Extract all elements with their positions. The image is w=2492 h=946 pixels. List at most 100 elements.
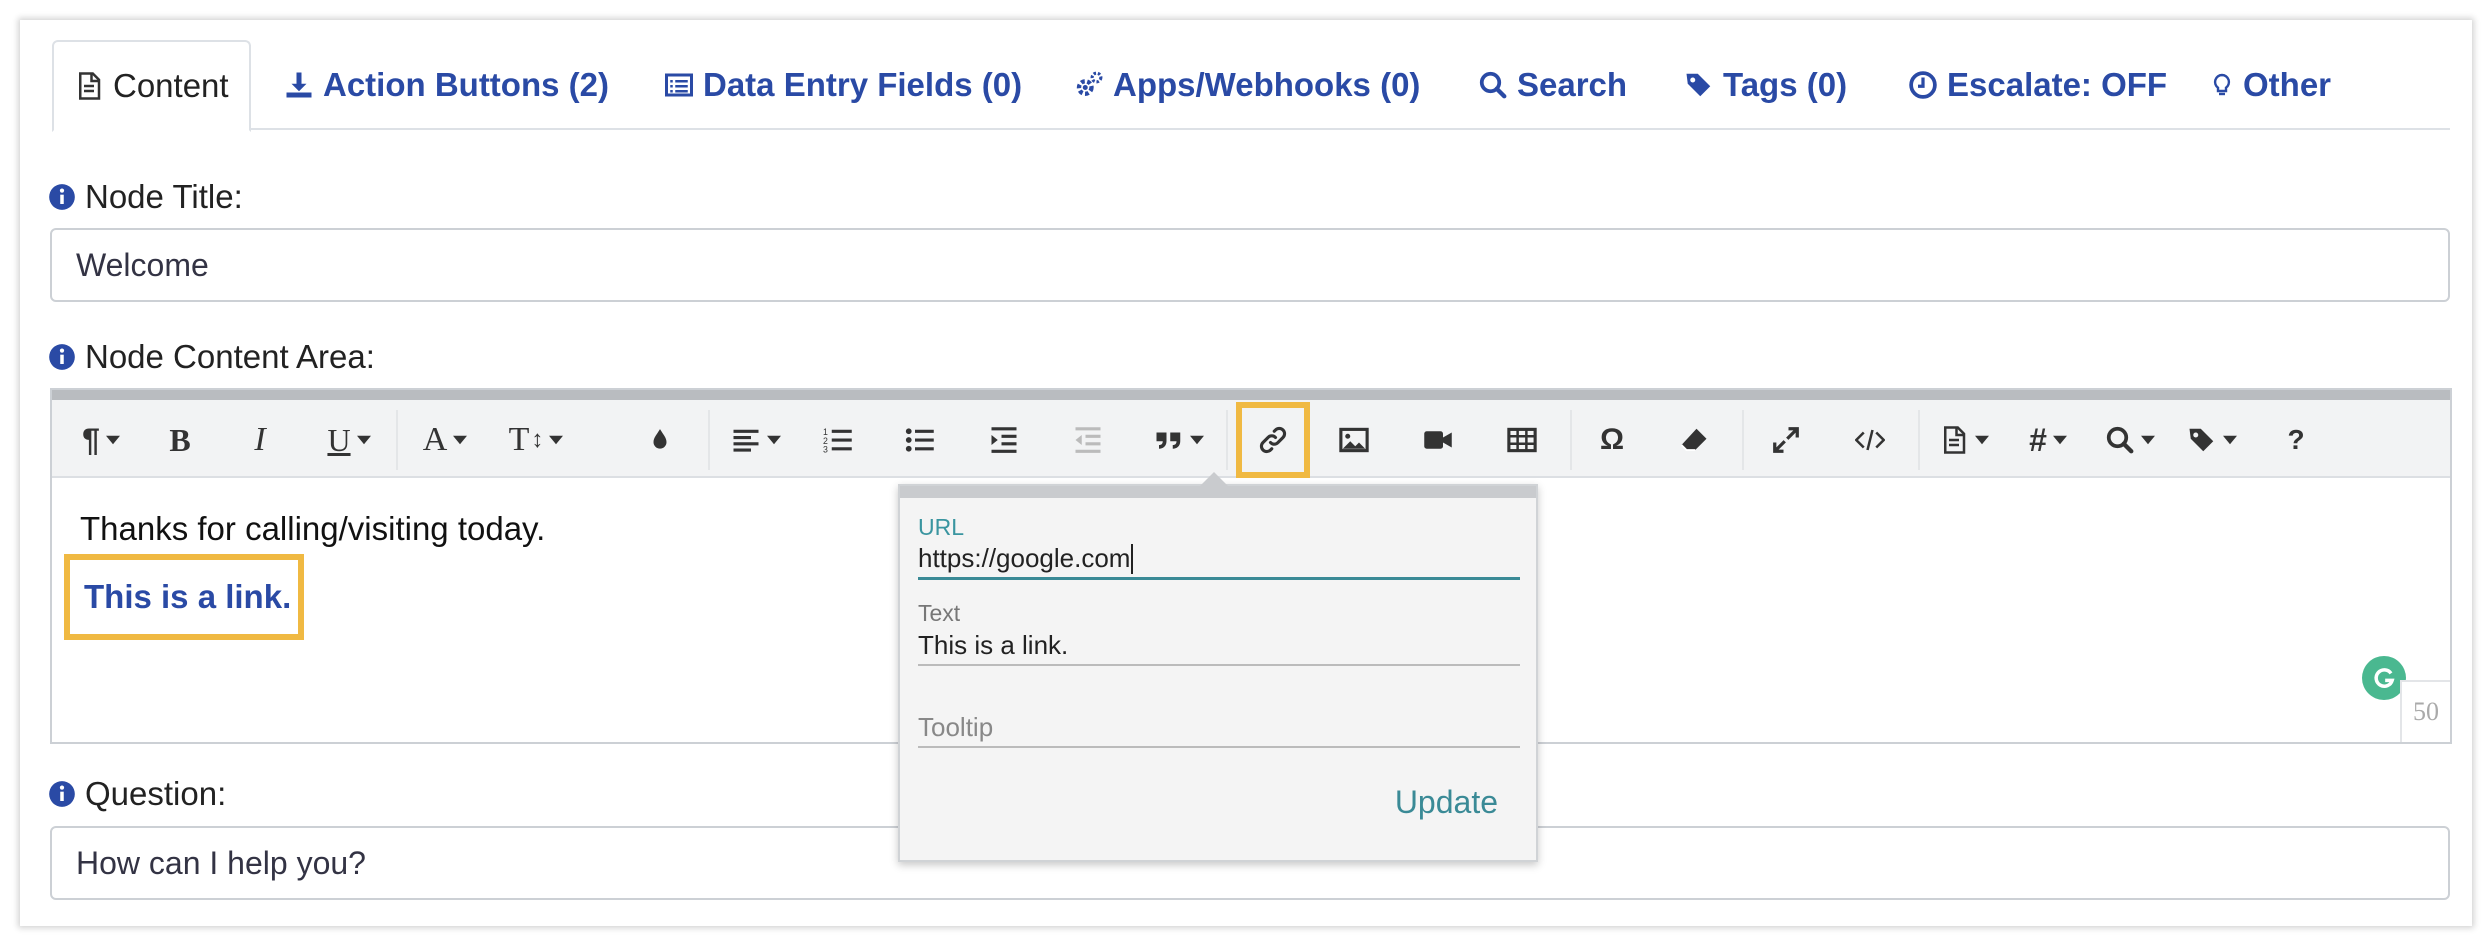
- link-text-value: This is a link.: [918, 629, 1069, 660]
- hashtag-icon: #: [2029, 421, 2047, 458]
- code-icon: [1855, 429, 1885, 451]
- node-title-label: Node Title:: [48, 178, 243, 216]
- node-content-label-text: Node Content Area:: [85, 338, 375, 375]
- chevron-down-icon: [1975, 435, 1989, 445]
- text-size-arrows-icon: ↕: [531, 426, 544, 453]
- clear-formatting-button[interactable]: [1666, 412, 1722, 468]
- link-edit-popup: URL https://google.com Text This is a li…: [898, 472, 1538, 862]
- text-color-button[interactable]: [632, 412, 688, 468]
- underline-button[interactable]: U: [314, 412, 384, 468]
- toolbar-separator: [1742, 410, 1744, 470]
- tab-data-entry-fields-label: Data Entry Fields (0): [703, 66, 1023, 103]
- tab-escalate-label: Escalate: OFF: [1947, 66, 2168, 103]
- tab-escalate[interactable]: Escalate: OFF: [1908, 40, 2167, 130]
- list-icon: [665, 73, 693, 97]
- code-view-button[interactable]: [1842, 412, 1898, 468]
- align-button[interactable]: [722, 412, 790, 468]
- bullet-list-icon: [905, 428, 934, 452]
- editor-top-border: [52, 390, 2450, 400]
- outdent-button[interactable]: [1060, 412, 1116, 468]
- gears-icon: [1076, 71, 1103, 96]
- tab-apps-webhooks[interactable]: Apps/Webhooks (0): [1074, 40, 1420, 130]
- align-left-icon: [733, 429, 759, 452]
- tab-other[interactable]: Other: [2210, 40, 2331, 130]
- toolbar-separator: [708, 410, 710, 470]
- templates-button[interactable]: [1932, 412, 1996, 468]
- paragraph-icon: ¶: [82, 421, 100, 458]
- tab-content-label: Content: [113, 67, 229, 104]
- special-characters-button[interactable]: Ω: [1584, 412, 1640, 468]
- editor-toolbar: ¶ B I U A T ↕ 123 Ω # ?: [52, 400, 2450, 478]
- italic-icon: I: [254, 421, 266, 458]
- text-size-icon: T: [508, 421, 530, 458]
- tab-action-buttons-label: Action Buttons (2): [323, 66, 609, 103]
- insert-table-button[interactable]: [1494, 412, 1550, 468]
- toolbar-separator: [1918, 410, 1920, 470]
- insert-video-button[interactable]: [1410, 412, 1466, 468]
- tab-tags[interactable]: Tags (0): [1684, 40, 1847, 130]
- node-content-label: Node Content Area:: [48, 338, 375, 376]
- underline-icon: U: [327, 421, 351, 458]
- font-family-button[interactable]: A: [410, 412, 480, 468]
- tab-search-label: Search: [1517, 66, 1628, 103]
- chevron-down-icon: [453, 435, 468, 445]
- outdent-icon: [1075, 427, 1101, 453]
- indent-icon: [991, 427, 1017, 453]
- grammarly-g-icon: [2374, 668, 2395, 688]
- chevron-down-icon: [2052, 435, 2067, 445]
- info-icon: [49, 344, 75, 370]
- url-label: URL: [918, 514, 965, 540]
- clock-icon: [1909, 71, 1937, 99]
- node-title-label-text: Node Title:: [85, 178, 243, 215]
- search-icon: [1479, 71, 1507, 99]
- popup-arrow: [1200, 472, 1228, 486]
- font-size-button[interactable]: T ↕: [498, 412, 574, 468]
- tab-bar: Content Action Buttons (2) Data Entry Fi…: [52, 40, 2450, 132]
- tab-content[interactable]: Content: [52, 40, 251, 132]
- insert-link-button[interactable]: [1236, 402, 1310, 478]
- ordered-list-icon: 123: [823, 427, 852, 455]
- tags-dropdown-button[interactable]: [2180, 412, 2244, 468]
- bold-button[interactable]: B: [152, 412, 208, 468]
- variables-button[interactable]: #: [2016, 412, 2080, 468]
- content-paragraph[interactable]: Thanks for calling/visiting today.: [80, 510, 545, 548]
- content-link[interactable]: This is a link.: [64, 554, 304, 640]
- link-text-input[interactable]: This is a link.: [918, 626, 1520, 666]
- help-button[interactable]: ?: [2272, 412, 2320, 468]
- node-title-value: Welcome: [76, 246, 209, 283]
- question-value: How can I help you?: [76, 844, 366, 881]
- text-label: Text: [918, 600, 961, 626]
- document-icon: [1944, 426, 1966, 454]
- fullscreen-button[interactable]: [1758, 412, 1814, 468]
- unordered-list-button[interactable]: [892, 412, 948, 468]
- tab-data-entry-fields[interactable]: Data Entry Fields (0): [664, 40, 1022, 130]
- chevron-down-icon: [2141, 435, 2155, 445]
- update-button[interactable]: Update: [1395, 784, 1498, 821]
- tab-search[interactable]: Search: [1478, 40, 1627, 130]
- italic-button[interactable]: I: [232, 412, 288, 468]
- search-icon: [2106, 426, 2134, 454]
- chevron-down-icon: [767, 435, 781, 445]
- lightbulb-icon: [2213, 73, 2231, 96]
- info-icon: [49, 184, 75, 210]
- node-title-input[interactable]: Welcome: [50, 228, 2450, 302]
- indent-button[interactable]: [976, 412, 1032, 468]
- quote-button[interactable]: [1144, 412, 1214, 468]
- paragraph-format-button[interactable]: ¶: [70, 412, 132, 468]
- tooltip-input[interactable]: Tooltip: [918, 708, 1520, 748]
- search-replace-button[interactable]: [2098, 412, 2162, 468]
- expand-icon: [1773, 427, 1799, 453]
- droplet-icon: [653, 429, 667, 449]
- font-icon: A: [422, 421, 448, 458]
- table-icon: [1507, 427, 1537, 453]
- tab-action-buttons[interactable]: Action Buttons (2): [284, 40, 609, 130]
- toolbar-separator: [1226, 410, 1228, 470]
- url-input[interactable]: https://google.com: [918, 540, 1520, 580]
- text-cursor: [1131, 543, 1134, 574]
- ordered-list-button[interactable]: 123: [810, 412, 866, 468]
- quote-icon: [1156, 432, 1181, 449]
- question-label: Question:: [48, 775, 226, 813]
- image-icon: [1339, 427, 1369, 453]
- insert-image-button[interactable]: [1326, 412, 1382, 468]
- url-value: https://google.com: [918, 543, 1131, 573]
